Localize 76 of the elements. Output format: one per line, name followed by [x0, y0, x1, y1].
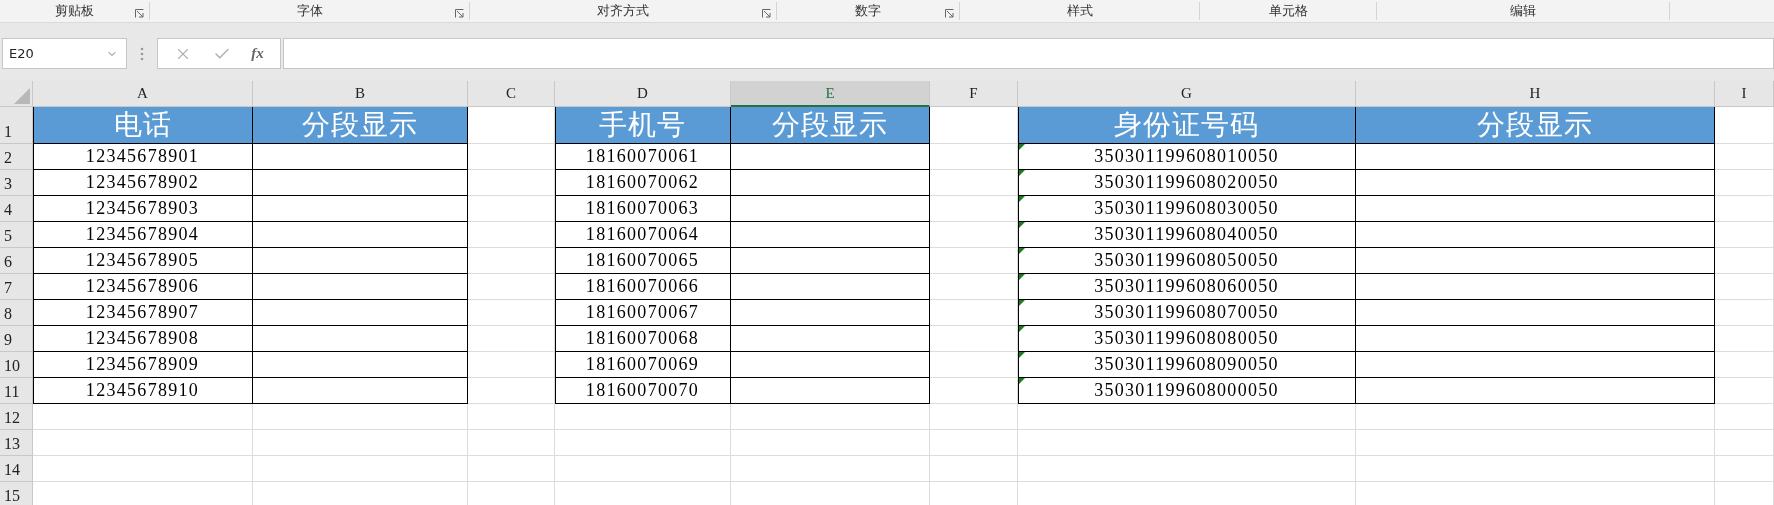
- row-header[interactable]: 11: [0, 378, 33, 404]
- row-header[interactable]: 7: [0, 274, 33, 300]
- row-header[interactable]: 5: [0, 222, 33, 248]
- ribbon-group-label: 对齐方式: [597, 2, 649, 20]
- table-cell: 350301199608030050: [1094, 198, 1279, 219]
- row-header[interactable]: 8: [0, 300, 33, 326]
- table-cell: 18160070067: [585, 302, 700, 323]
- column-header[interactable]: C: [468, 81, 555, 107]
- select-all-icon[interactable]: [14, 88, 30, 104]
- table-cell: 350301199608060050: [1094, 276, 1279, 297]
- ribbon-group-label: 样式: [1066, 2, 1093, 20]
- row-header[interactable]: 4: [0, 196, 33, 222]
- table-cell: 350301199608070050: [1094, 302, 1279, 323]
- ribbon-group-label: 数字: [855, 2, 881, 20]
- column-header[interactable]: H: [1356, 81, 1715, 107]
- table-cell: 12345678903: [85, 198, 200, 219]
- ribbon-group-label: 单元格: [1268, 2, 1308, 20]
- column-header[interactable]: D: [555, 81, 731, 107]
- table-cell: 12345678910: [85, 380, 200, 401]
- row-header[interactable]: 12: [0, 404, 33, 430]
- header-cell: 分段显示: [253, 107, 468, 144]
- table-cell: 12345678909: [85, 354, 200, 375]
- row-header[interactable]: 6: [0, 248, 33, 274]
- table-cell: 350301199608040050: [1094, 224, 1279, 245]
- row-header[interactable]: 13: [0, 430, 33, 456]
- dialog-launcher-icon[interactable]: [945, 9, 954, 18]
- column-header[interactable]: F: [930, 81, 1018, 107]
- header-cell: 分段显示: [731, 107, 930, 144]
- dialog-launcher-icon[interactable]: [762, 9, 771, 18]
- row-header[interactable]: 10: [0, 352, 33, 378]
- row-header[interactable]: 14: [0, 456, 33, 482]
- header-cell: 分段显示: [1356, 107, 1715, 144]
- table-cell: 350301199608000050: [1094, 380, 1279, 401]
- table-cell: 350301199608080050: [1094, 328, 1279, 349]
- table-cell: 350301199608050050: [1094, 250, 1279, 271]
- column-header[interactable]: B: [253, 81, 468, 107]
- table-cell: 18160070063: [585, 198, 700, 219]
- table-cell: 12345678901: [85, 146, 200, 167]
- dialog-launcher-icon[interactable]: [135, 9, 144, 18]
- table-cell: 18160070062: [585, 172, 700, 193]
- column-header[interactable]: E: [731, 81, 930, 107]
- table-cell: 12345678904: [85, 224, 200, 245]
- row-header[interactable]: 15: [0, 482, 33, 505]
- row-header[interactable]: 1: [0, 107, 33, 144]
- header-cell: 身份证号码: [1018, 107, 1356, 144]
- table-cell: 350301199608020050: [1094, 172, 1279, 193]
- table-cell: 18160070064: [585, 224, 700, 245]
- table-cell: 12345678908: [85, 328, 200, 349]
- table-cell: 18160070070: [585, 380, 700, 401]
- table-cell: 12345678907: [85, 302, 200, 323]
- table-cell: 350301199608090050: [1094, 354, 1279, 375]
- row-header[interactable]: 3: [0, 170, 33, 196]
- insert-function-button[interactable]: fx: [251, 45, 264, 62]
- table-cell: 18160070069: [585, 354, 700, 375]
- dialog-launcher-icon[interactable]: [455, 9, 464, 18]
- table-cell: 18160070068: [585, 328, 700, 349]
- header-cell: 电话: [33, 107, 253, 144]
- header-cell: 手机号: [555, 107, 731, 144]
- table-cell: 18160070061: [585, 146, 700, 167]
- table-cell: 18160070066: [585, 276, 700, 297]
- ribbon-group-label: 剪贴板: [55, 2, 94, 20]
- table-cell: 18160070065: [585, 250, 700, 271]
- row-header[interactable]: 2: [0, 144, 33, 170]
- ribbon-group-label: 编辑: [1510, 2, 1536, 20]
- name-box[interactable]: E20: [2, 38, 127, 69]
- more-icon[interactable]: [140, 46, 144, 61]
- column-header[interactable]: G: [1018, 81, 1356, 107]
- column-header[interactable]: I: [1715, 81, 1774, 107]
- ribbon-group-label: 字体: [296, 2, 323, 20]
- row-header[interactable]: 9: [0, 326, 33, 352]
- formula-input[interactable]: [283, 38, 1774, 69]
- table-cell: 12345678906: [85, 276, 200, 297]
- table-cell: 350301199608010050: [1094, 146, 1279, 167]
- table-cell: 12345678902: [85, 172, 200, 193]
- column-header[interactable]: A: [33, 81, 253, 107]
- table-cell: 12345678905: [85, 250, 200, 271]
